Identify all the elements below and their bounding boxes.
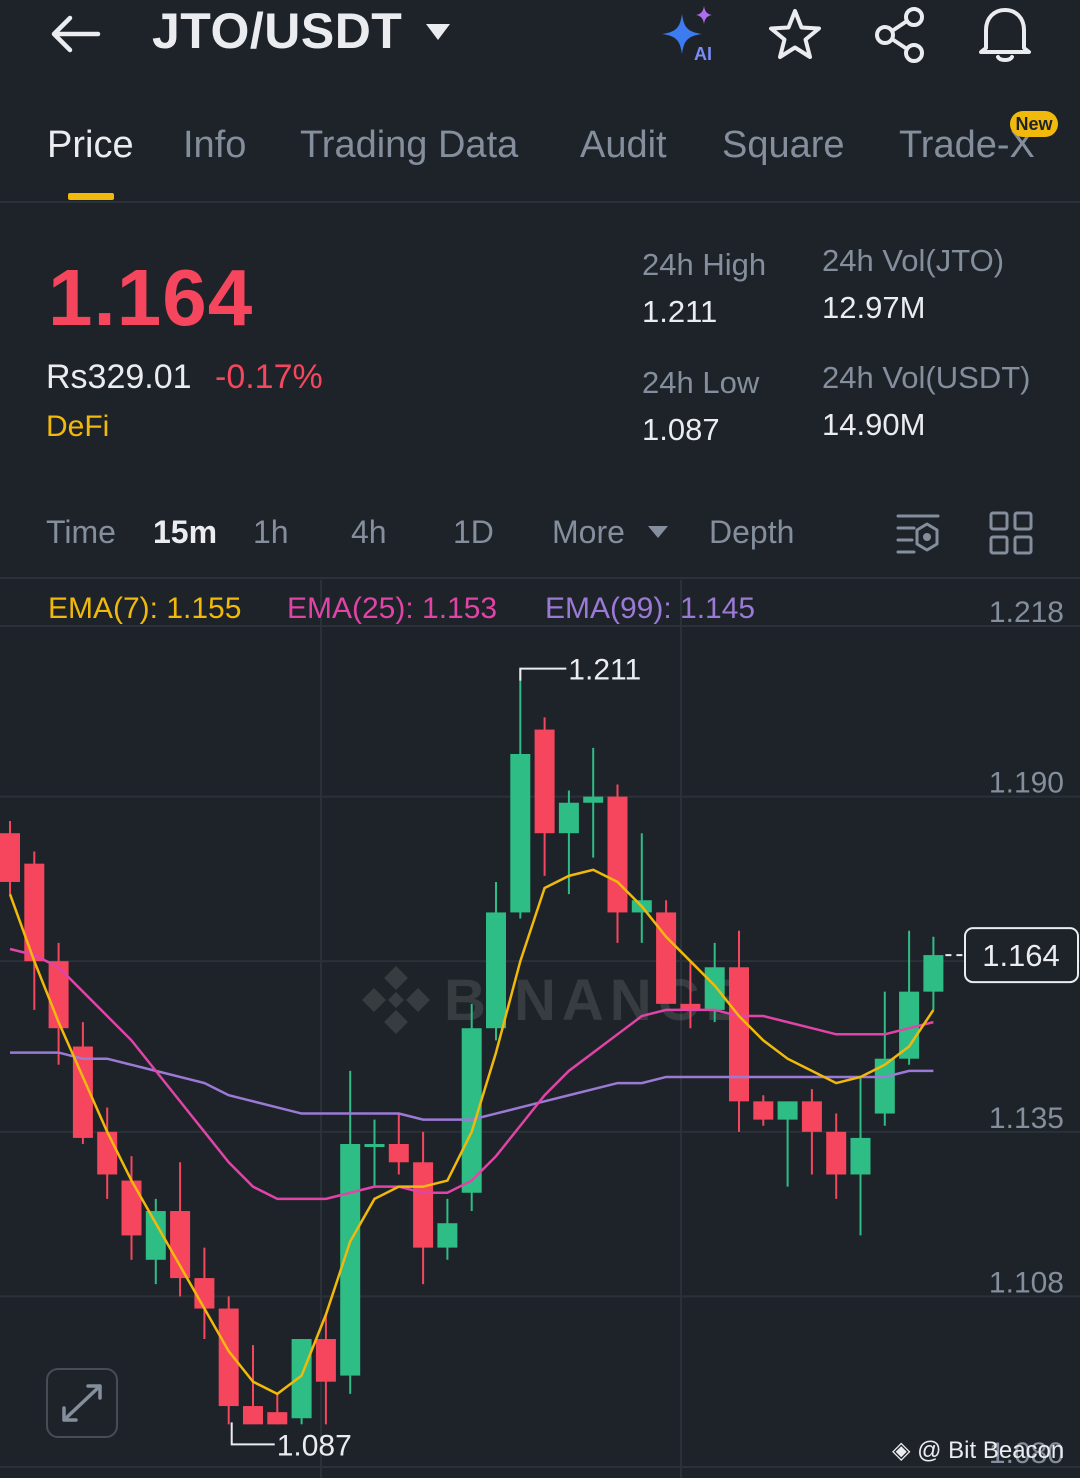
candle-body: [97, 1131, 118, 1175]
candle-body: [486, 912, 506, 1029]
candle-body: [267, 1412, 288, 1425]
chart-settings-icon[interactable]: [894, 508, 942, 556]
more-caret-icon[interactable]: [646, 524, 670, 540]
pair-dropdown-caret-icon[interactable]: [424, 22, 452, 42]
tab-square[interactable]: Square: [722, 124, 845, 167]
current-price-label: 1.164: [982, 938, 1060, 973]
candle-body: [923, 955, 944, 992]
layout-grid-icon[interactable]: [988, 510, 1034, 556]
candle-body: [291, 1339, 312, 1419]
interval-1d[interactable]: 1D: [453, 514, 494, 551]
vol-quote-value: 14.90M: [822, 407, 926, 442]
vol-base-label: 24h Vol(JTO): [822, 243, 1005, 278]
tab-price[interactable]: Price: [47, 124, 134, 167]
interval-1h[interactable]: 1h: [253, 514, 289, 551]
y-axis-label: 1.135: [989, 1102, 1064, 1135]
favorite-star-icon[interactable]: [766, 6, 824, 64]
candle-body: [437, 1223, 458, 1248]
new-badge: New: [1010, 111, 1058, 137]
candle-body: [121, 1180, 142, 1236]
binance-small-logo-icon: ◈: [892, 1437, 918, 1464]
candle-body: [48, 961, 69, 1029]
fiat-price: Rs329.01: [46, 358, 192, 396]
candle-body: [583, 796, 604, 803]
low-value: 1.087: [642, 412, 720, 447]
candle-body: [558, 802, 579, 834]
candle-body: [704, 967, 725, 1010]
tab-trading-data[interactable]: Trading Data: [300, 124, 518, 167]
interval-15m[interactable]: 15m: [153, 514, 217, 551]
candle-body: [607, 796, 628, 913]
price-change-percent: -0.17%: [215, 358, 323, 396]
ai-sparkle-icon[interactable]: AI: [660, 4, 724, 64]
candle-body: [729, 967, 749, 1102]
ema25-label: EMA(25): 1.153: [287, 592, 497, 625]
last-price: 1.164: [48, 253, 254, 342]
interval-time[interactable]: Time: [46, 514, 116, 551]
y-axis-label: 1.108: [989, 1266, 1064, 1299]
candle-body: [850, 1137, 871, 1175]
vol-base-value: 12.97M: [822, 290, 926, 325]
tab-audit[interactable]: Audit: [580, 124, 667, 167]
depth-tab[interactable]: Depth: [709, 514, 794, 551]
candlestick-chart[interactable]: BINANCE 1.2181.1901.1631.1351.1081.080 1…: [0, 580, 1080, 1478]
candle-body: [388, 1144, 409, 1163]
candle-body: [413, 1162, 434, 1248]
ema99-label: EMA(99): 1.145: [545, 592, 755, 625]
interval-4h[interactable]: 4h: [351, 514, 387, 551]
high-label: 24h High: [642, 247, 767, 282]
active-tab-indicator: [68, 193, 114, 200]
candle-body: [364, 1144, 385, 1148]
expand-icon: [62, 1384, 102, 1422]
ema7-label: EMA(7): 1.155: [48, 592, 241, 625]
interval-more[interactable]: More: [552, 514, 625, 551]
candle-body: [826, 1131, 847, 1175]
tab-info[interactable]: Info: [183, 124, 246, 167]
candle-body: [315, 1339, 336, 1382]
y-axis-label: 1.190: [989, 767, 1064, 800]
candle-body: [24, 863, 45, 962]
bell-icon[interactable]: [976, 4, 1034, 64]
high-value: 1.211: [642, 294, 718, 329]
tabs-divider: [0, 201, 1080, 203]
candle-body: [218, 1308, 239, 1407]
candle-body: [243, 1406, 263, 1425]
interval-divider: [0, 577, 1080, 579]
candle-body: [753, 1101, 774, 1120]
candle-body: [0, 833, 20, 882]
fullscreen-button[interactable]: [46, 1368, 118, 1438]
high-marker-line: [519, 667, 567, 681]
bit-beacon-watermark: ◈ @ Bit Beacon: [892, 1437, 1065, 1464]
y-axis-label: 1.218: [989, 596, 1064, 629]
candle-body: [899, 991, 920, 1059]
candle-body: [777, 1101, 798, 1120]
low-label: 24h Low: [642, 365, 760, 400]
share-icon[interactable]: [872, 6, 930, 64]
vol-quote-label: 24h Vol(USDT): [822, 360, 1031, 395]
candle-body: [801, 1101, 822, 1132]
high-marker-label: 1.211: [568, 654, 641, 687]
candle-body: [194, 1278, 215, 1309]
ai-label: AI: [694, 44, 712, 64]
pair-title[interactable]: JTO/USDT: [152, 2, 402, 60]
candle-body: [510, 753, 531, 913]
category-tag[interactable]: DeFi: [46, 410, 109, 444]
low-marker-label: 1.087: [277, 1429, 352, 1462]
candle-body: [534, 729, 555, 834]
back-arrow-icon[interactable]: [48, 10, 104, 58]
low-marker-line: [230, 1422, 275, 1446]
binance-watermark: BINANCE: [362, 966, 744, 1034]
